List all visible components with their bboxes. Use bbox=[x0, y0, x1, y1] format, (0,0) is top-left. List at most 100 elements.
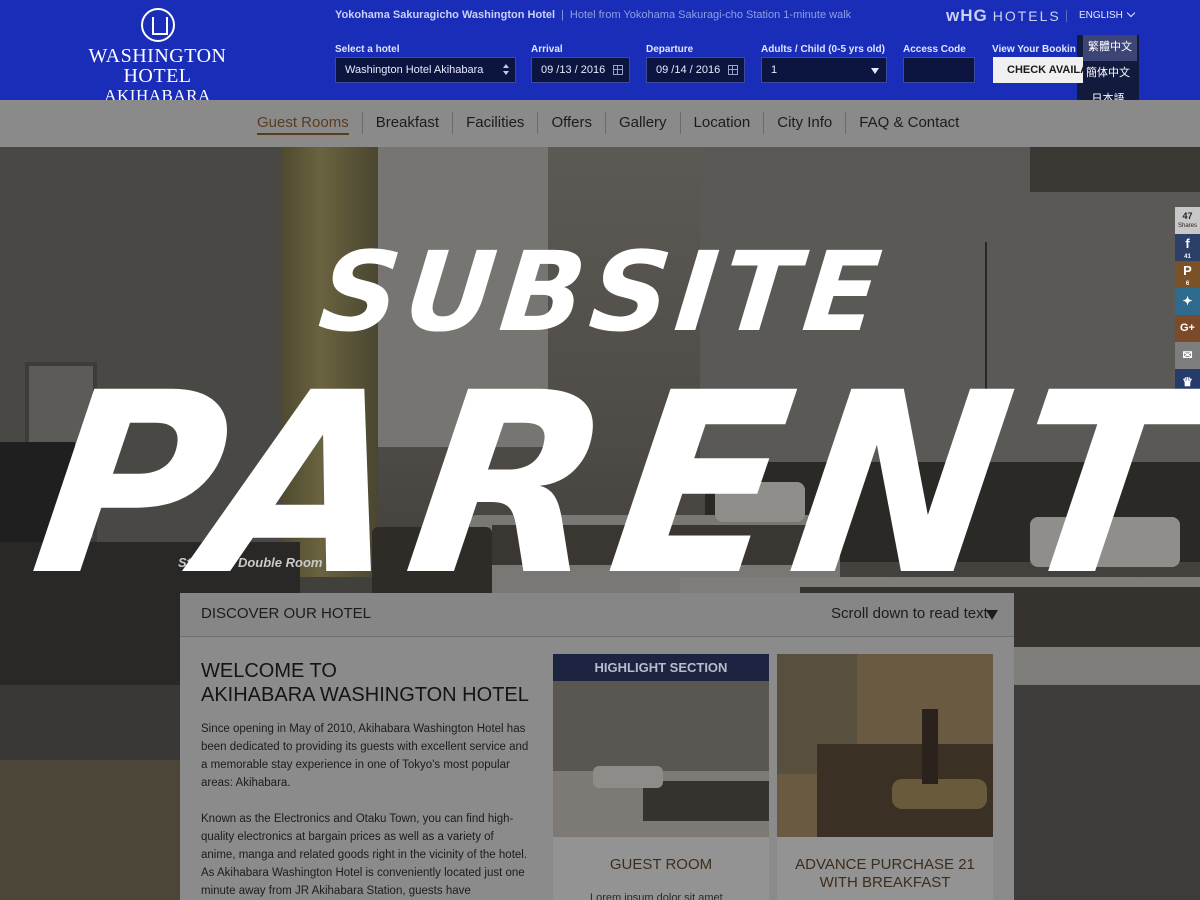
pinterest-count: 6 bbox=[1185, 281, 1190, 287]
hero-curtain bbox=[282, 147, 378, 577]
whg-word: HOTELS bbox=[992, 8, 1061, 24]
email-share-button[interactable]: ✉ bbox=[1175, 342, 1200, 369]
nav-item-label: Guest Rooms bbox=[257, 114, 349, 135]
google-plus-icon: G+ bbox=[1180, 322, 1195, 334]
nav-item-label: Location bbox=[693, 114, 751, 131]
hotel-crest-icon bbox=[140, 8, 175, 42]
language-select[interactable]: ENGLISH bbox=[1066, 8, 1138, 22]
nav-item-gallery[interactable]: Gallery bbox=[605, 112, 680, 134]
nav-item-city-info[interactable]: City Info bbox=[763, 112, 845, 134]
main-nav: Guest Rooms Breakfast Facilities Offers … bbox=[0, 100, 1200, 147]
advance-purchase-title-line-1: ADVANCE PURCHASE 21 bbox=[795, 856, 975, 873]
advance-purchase-title-line-2: WITH BREAKFAST bbox=[819, 874, 951, 891]
hero-pillow bbox=[1030, 517, 1180, 567]
twitter-share-button[interactable]: ✦ bbox=[1175, 288, 1200, 315]
highlight-section-label: HIGHLIGHT SECTION bbox=[553, 654, 769, 681]
welcome-line-2: AKIHABARA WASHINGTON HOTEL bbox=[201, 684, 529, 706]
discover-panel: DISCOVER OUR HOTEL Scroll down to read t… bbox=[180, 593, 1014, 900]
sumome-button[interactable]: ♛ bbox=[1175, 369, 1200, 396]
calendar-icon[interactable] bbox=[613, 65, 623, 75]
guests-label: Adults / Child (0-5 yrs old) bbox=[761, 44, 885, 55]
arrival-label: Arrival bbox=[531, 44, 563, 55]
share-total: 47 bbox=[1182, 211, 1193, 221]
google-plus-share-button[interactable]: G+ bbox=[1175, 315, 1200, 342]
guest-room-title: GUEST ROOM bbox=[609, 856, 713, 873]
departure-date-value: 09 /14 / 2016 bbox=[656, 64, 721, 76]
pinterest-icon: P bbox=[1183, 263, 1192, 278]
photo-pillow bbox=[593, 766, 663, 788]
advance-purchase-title: ADVANCE PURCHASE 21 WITH BREAKFAST bbox=[777, 856, 993, 892]
tagline-separator: | bbox=[561, 9, 564, 21]
site-header: WASHINGTON HOTEL AKIHABARA Yokohama Saku… bbox=[0, 0, 1200, 117]
share-count: 47 Shares bbox=[1175, 207, 1200, 234]
photo-vase bbox=[922, 709, 938, 784]
facebook-share-button[interactable]: f 41 bbox=[1175, 234, 1200, 261]
dropdown-arrow-icon bbox=[871, 68, 879, 74]
nav-item-offers[interactable]: Offers bbox=[537, 112, 605, 134]
access-code-input[interactable] bbox=[903, 57, 975, 83]
sumome-icon: ♛ bbox=[1182, 375, 1193, 389]
hero-pillow bbox=[715, 482, 805, 522]
guest-room-card[interactable]: HIGHLIGHT SECTION GUEST ROOM Lorem ipsum… bbox=[553, 654, 769, 900]
intro-paragraph: Known as the Electronics and Otaku Town,… bbox=[201, 813, 528, 897]
welcome-heading: WELCOME TO AKIHABARA WASHINGTON HOTEL bbox=[201, 659, 529, 707]
guest-room-image bbox=[553, 681, 769, 837]
guest-room-text: Lorem ipsum dolor sit amet bbox=[590, 892, 723, 900]
email-icon: ✉ bbox=[1182, 348, 1193, 362]
share-total-label: Shares bbox=[1177, 223, 1197, 229]
nav-item-faq-contact[interactable]: FAQ & Contact bbox=[845, 112, 972, 134]
nav-item-label: Breakfast bbox=[375, 114, 440, 131]
background-photo-left bbox=[0, 685, 180, 900]
view-booking-link[interactable]: View Your Booking bbox=[992, 44, 1076, 55]
guests-select-value: 1 bbox=[771, 64, 778, 76]
nav-item-label: Offers bbox=[551, 114, 593, 131]
nav-item-label: FAQ & Contact bbox=[859, 114, 960, 131]
hero-lamp bbox=[985, 242, 987, 422]
pinterest-share-button[interactable]: P 6 bbox=[1175, 261, 1200, 288]
photo-bed-runner bbox=[643, 781, 769, 821]
hotel-select[interactable]: Washington Hotel Akihabara bbox=[335, 57, 516, 83]
hero-window bbox=[378, 147, 548, 447]
calendar-icon[interactable] bbox=[728, 65, 738, 75]
discover-title: DISCOVER OUR HOTEL bbox=[201, 605, 372, 622]
arrival-date-input[interactable]: 09 /13 / 2016 bbox=[531, 57, 630, 83]
check-availability-button[interactable]: CHECK AVAILABILITY bbox=[993, 57, 1083, 83]
tagline-hotel-link[interactable]: Yokohama Sakuragicho Washington Hotel bbox=[335, 9, 555, 21]
nav-item-breakfast[interactable]: Breakfast bbox=[361, 112, 452, 134]
nav-item-label: Facilities bbox=[466, 114, 525, 131]
language-current: ENGLISH bbox=[1079, 10, 1123, 21]
whg-hotels-logo[interactable]: wHG HOTELS bbox=[946, 6, 1061, 26]
nav-item-guest-rooms[interactable]: Guest Rooms bbox=[244, 112, 362, 135]
hotel-select-value: Washington Hotel Akihabara bbox=[345, 64, 484, 76]
access-code-label: Access Code bbox=[903, 44, 966, 55]
nav-item-label: Gallery bbox=[619, 114, 667, 131]
hotel-logo[interactable]: WASHINGTON HOTEL AKIHABARA bbox=[60, 8, 255, 105]
chevron-down-icon bbox=[1126, 8, 1136, 18]
hero-caption: Standard Double Room bbox=[178, 555, 323, 570]
departure-date-input[interactable]: 09 /14 / 2016 bbox=[646, 57, 745, 83]
triangle-down-icon[interactable] bbox=[986, 610, 998, 620]
scroll-hint: Scroll down to read text bbox=[831, 605, 988, 622]
background-photo-right bbox=[1013, 685, 1200, 900]
nav-items: Guest Rooms Breakfast Facilities Offers … bbox=[244, 112, 972, 135]
language-option-traditional-chinese[interactable]: 繁體中文 bbox=[1083, 35, 1137, 61]
whg-mark: wHG bbox=[946, 6, 988, 25]
departure-label: Departure bbox=[646, 44, 694, 55]
nav-item-location[interactable]: Location bbox=[679, 112, 764, 134]
advance-purchase-card[interactable]: ADVANCE PURCHASE 21 WITH BREAKFAST bbox=[777, 654, 993, 900]
nav-item-label: City Info bbox=[777, 114, 833, 131]
guests-select[interactable]: 1 bbox=[761, 57, 887, 83]
hotel-select-label: Select a hotel bbox=[335, 44, 400, 55]
facebook-icon: f bbox=[1185, 236, 1190, 251]
photo-bread-basket bbox=[892, 779, 987, 809]
up-down-arrows-icon bbox=[503, 64, 509, 76]
language-option-simplified-chinese[interactable]: 簡体中文 bbox=[1077, 61, 1139, 87]
discover-panel-header[interactable]: DISCOVER OUR HOTEL Scroll down to read t… bbox=[180, 593, 1014, 637]
hero-shelf bbox=[1030, 147, 1200, 192]
twitter-icon: ✦ bbox=[1182, 294, 1193, 308]
nav-item-facilities[interactable]: Facilities bbox=[452, 112, 537, 134]
hero-bed-runner bbox=[492, 525, 822, 565]
facebook-count: 41 bbox=[1184, 254, 1191, 260]
logo-line-1: WASHINGTON HOTEL bbox=[88, 45, 227, 87]
tagline-text[interactable]: Hotel from Yokohama Sakuragi-cho Station… bbox=[570, 9, 851, 21]
